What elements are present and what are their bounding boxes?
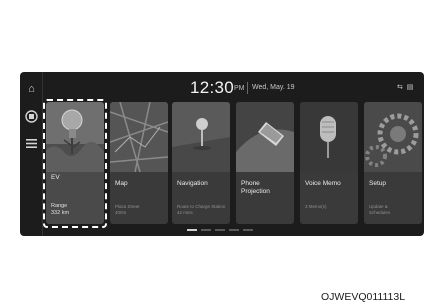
map-image [110, 102, 168, 172]
phone-projection-card-title: Phone Projection [241, 180, 270, 195]
page-dot [229, 229, 239, 231]
phone-projection-card[interactable]: Phone Projection [236, 102, 294, 224]
menu-icon[interactable] [25, 137, 38, 150]
navigation-card-title: Navigation [177, 180, 208, 187]
navigation-card[interactable]: Navigation Route to Charge Station 42 mi… [172, 102, 230, 224]
navigation-card-sub: Route to Charge Station 42 mins [177, 204, 226, 215]
home-icon[interactable]: ⌂ [25, 83, 38, 96]
clock-time: 12:30 [190, 78, 235, 97]
status-icons: ⇆ ▤ [397, 84, 415, 91]
date-label: Wed, May. 19 [252, 84, 295, 91]
setup-card-title: Setup [369, 180, 386, 187]
header-divider [247, 82, 248, 94]
phone-projection-image [236, 102, 294, 172]
voice-memo-card-sub: 3 Memo(s) [305, 204, 327, 209]
page-dot [243, 229, 253, 231]
figure-code: OJWEVQ011113L [321, 291, 406, 303]
map-card[interactable]: Map Plaza Street 400m [110, 102, 168, 224]
page-dot [187, 229, 197, 231]
ev-card-highlight [43, 99, 107, 228]
clock-ampm: PM [234, 85, 245, 92]
map-card-title: Map [115, 180, 128, 187]
voice-memo-card[interactable]: Voice Memo 3 Memo(s) [300, 102, 358, 224]
setup-card-sub: Update & Schedules [369, 204, 391, 215]
page-indicator [187, 229, 253, 231]
navigation-image [172, 102, 230, 172]
setup-image [364, 102, 422, 172]
page-dot [215, 229, 225, 231]
setup-card[interactable]: Setup Update & Schedules [364, 102, 422, 224]
voice-memo-image [300, 102, 358, 172]
map-card-sub: Plaza Street 400m [115, 204, 140, 215]
voice-memo-card-title: Voice Memo [305, 180, 341, 187]
left-sidebar: ⌂ [20, 72, 43, 236]
page-dot [201, 229, 211, 231]
widget-icon[interactable] [25, 110, 38, 123]
